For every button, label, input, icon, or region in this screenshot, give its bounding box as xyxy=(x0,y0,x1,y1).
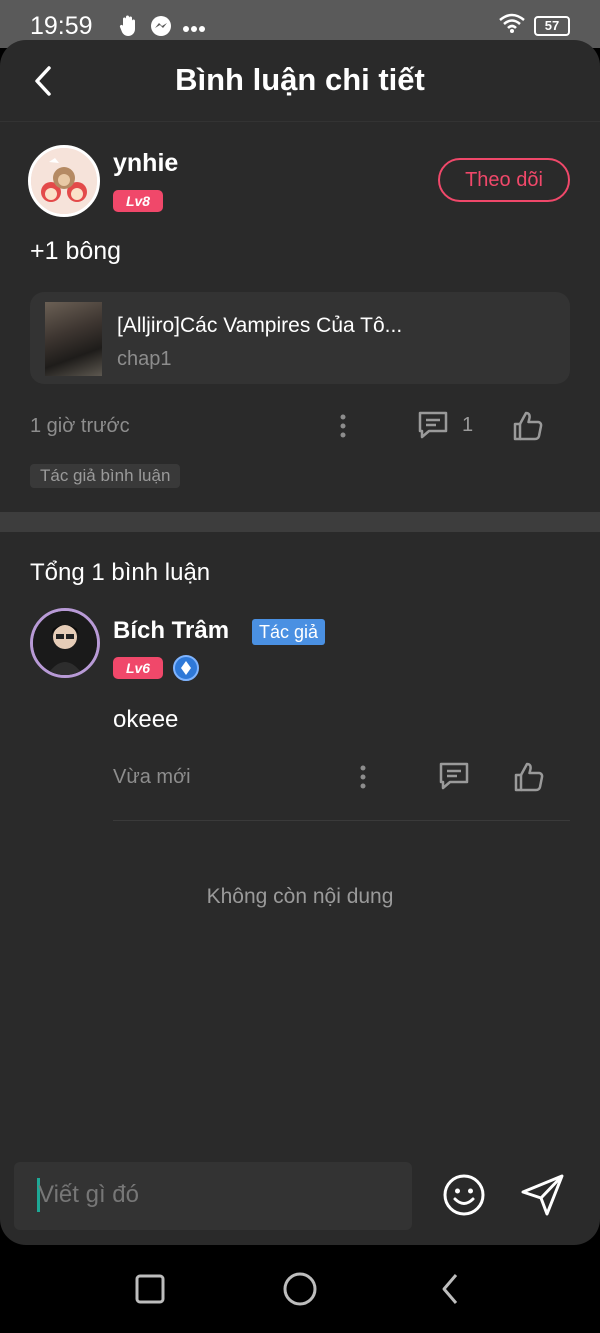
more-vertical-icon xyxy=(340,414,346,438)
status-icons-left xyxy=(118,14,206,43)
story-title: [Alljiro]Các Vampires Của Tô... xyxy=(117,314,403,337)
section-divider xyxy=(0,512,600,532)
reply-more-options-button[interactable] xyxy=(353,763,373,791)
avatar[interactable] xyxy=(28,145,100,217)
username[interactable]: ynhie xyxy=(113,149,178,178)
hand-icon xyxy=(118,14,140,43)
reply-button[interactable]: 1 xyxy=(416,410,473,440)
like-button[interactable] xyxy=(512,410,544,442)
reply-time: Vừa mới xyxy=(113,766,191,788)
chevron-left-icon xyxy=(442,1274,458,1304)
story-thumbnail xyxy=(45,302,102,376)
story-card[interactable]: [Alljiro]Các Vampires Của Tô... chap1 xyxy=(30,292,570,384)
thumbs-up-icon xyxy=(514,762,544,792)
level-badge: Lv8 xyxy=(113,190,163,212)
status-time: 19:59 xyxy=(30,12,93,40)
reply-meta-row: Vừa mới xyxy=(113,761,570,793)
smiley-icon xyxy=(443,1174,485,1216)
comment-icon xyxy=(418,411,448,439)
reply-level-badge: Lv6 xyxy=(113,657,163,679)
emoji-button[interactable] xyxy=(442,1173,486,1217)
author-comment-tag: Tác giả bình luận xyxy=(30,464,181,488)
comment-input-placeholder: Viết gì đó xyxy=(38,1181,139,1208)
comment-time: 1 giờ trước xyxy=(30,415,130,437)
system-nav-bar xyxy=(0,1245,600,1333)
send-icon xyxy=(521,1174,564,1216)
comment-icon xyxy=(439,762,469,790)
reply-reply-button[interactable] xyxy=(437,761,471,791)
comment-input[interactable]: Viết gì đó xyxy=(14,1162,412,1230)
author-badge: Tác giả xyxy=(252,619,326,645)
circle-icon xyxy=(283,1272,317,1306)
follow-button[interactable]: Theo dõi xyxy=(438,158,570,202)
comment-meta-row: 1 giờ trước 1 xyxy=(30,410,570,442)
messenger-icon xyxy=(150,15,172,42)
square-icon xyxy=(135,1274,165,1304)
medal-icon xyxy=(173,655,199,681)
battery-icon: 57 xyxy=(534,15,570,36)
end-of-content: Không còn nội dung xyxy=(206,885,394,908)
reply-avatar[interactable] xyxy=(30,608,100,678)
recent-apps-button[interactable] xyxy=(130,1269,170,1309)
status-icons-right: 57 xyxy=(498,12,570,39)
header: Bình luận chi tiết xyxy=(0,40,600,122)
reply-username[interactable]: Bích Trâm xyxy=(113,617,229,645)
reply-text: okeee xyxy=(113,706,179,733)
more-vertical-icon xyxy=(360,765,366,789)
wifi-icon xyxy=(498,12,526,39)
page-title: Bình luận chi tiết xyxy=(175,62,425,97)
more-options-button[interactable] xyxy=(333,412,353,440)
thumbs-up-icon xyxy=(513,411,543,441)
comment-detail-screen: Bình luận chi tiết ynhie Lv8 Theo dõi +1… xyxy=(0,40,600,1245)
system-back-button[interactable] xyxy=(430,1269,470,1309)
more-dots-icon xyxy=(182,20,206,38)
home-button[interactable] xyxy=(280,1269,320,1309)
reply-like-button[interactable] xyxy=(513,761,545,793)
comment-text: +1 bông xyxy=(30,237,122,265)
story-chapter: chap1 xyxy=(117,348,172,370)
replies-total: Tổng 1 bình luận xyxy=(30,559,211,586)
reply-separator xyxy=(113,820,570,821)
send-button[interactable] xyxy=(520,1173,566,1217)
reply-count: 1 xyxy=(462,413,474,436)
